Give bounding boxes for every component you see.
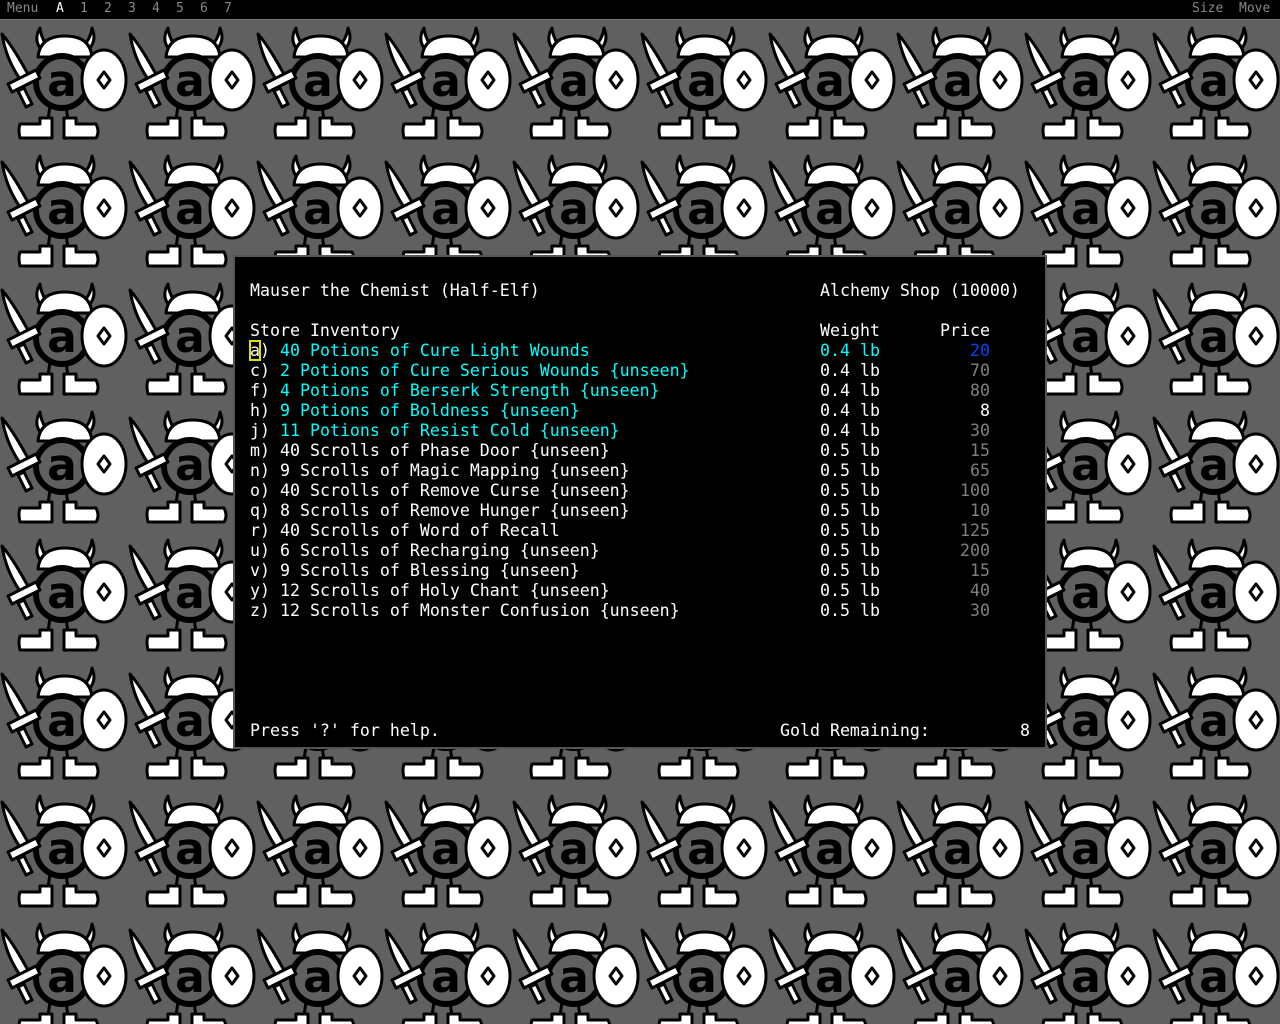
selection-cursor: a [249, 340, 261, 361]
item-key: z) [250, 601, 270, 620]
item-name: 9 Scrolls of Blessing {unseen} [280, 561, 580, 580]
item-name: 9 Potions of Boldness {unseen} [280, 401, 580, 420]
tab-4[interactable]: 4 [152, 1, 160, 16]
tab-5[interactable]: 5 [176, 1, 184, 16]
item-name: 6 Scrolls of Recharging {unseen} [280, 541, 600, 560]
gold-value: 8 [1020, 721, 1030, 740]
size-button[interactable]: Size [1192, 1, 1223, 16]
price-header: Price [940, 321, 990, 340]
item-weight: 0.4 lb [820, 421, 880, 440]
top-menu-bar: Menu A 1 2 3 4 5 6 7 Size Move [0, 0, 1280, 20]
item-weight: 0.5 lb [820, 541, 880, 560]
tab-3[interactable]: 3 [128, 1, 136, 16]
tab-2[interactable]: 2 [104, 1, 112, 16]
item-key: h) [250, 401, 270, 420]
item-price: 40 [970, 581, 990, 600]
item-price: 30 [970, 601, 990, 620]
item-price: 125 [960, 521, 990, 540]
item-key: a) [249, 340, 270, 361]
item-key: j) [250, 421, 270, 440]
move-button[interactable]: Move [1239, 1, 1270, 16]
store-window: Mauser the Chemist (Half-Elf) Alchemy Sh… [233, 255, 1047, 749]
item-price: 30 [970, 421, 990, 440]
item-key: o) [250, 481, 270, 500]
item-weight: 0.5 lb [820, 461, 880, 480]
shopkeeper-name: Mauser the Chemist (Half-Elf) [250, 281, 540, 300]
item-weight: 0.5 lb [820, 561, 880, 580]
item-price: 15 [970, 441, 990, 460]
item-price: 65 [970, 461, 990, 480]
item-price: 200 [960, 541, 990, 560]
help-hint: Press '?' for help. [250, 721, 440, 740]
item-key: m) [250, 441, 270, 460]
item-weight: 0.5 lb [820, 601, 880, 620]
item-key: c) [250, 361, 270, 380]
tab-1[interactable]: 1 [80, 1, 88, 16]
item-weight: 0.5 lb [820, 481, 880, 500]
item-weight: 0.4 lb [820, 341, 880, 360]
item-price: 100 [960, 481, 990, 500]
item-key: r) [250, 521, 270, 540]
item-weight: 0.5 lb [820, 441, 880, 460]
item-price: 80 [970, 381, 990, 400]
item-key: f) [250, 381, 270, 400]
item-name: 2 Potions of Cure Serious Wounds {unseen… [280, 361, 690, 380]
menu-button[interactable]: Menu [7, 1, 38, 16]
inventory-heading: Store Inventory [250, 321, 400, 340]
gold-label: Gold Remaining: [780, 721, 930, 740]
item-name: 4 Potions of Berserk Strength {unseen} [280, 381, 660, 400]
item-price: 70 [970, 361, 990, 380]
item-price: 8 [980, 401, 990, 420]
item-name: 40 Scrolls of Phase Door {unseen} [280, 441, 610, 460]
item-name: 9 Scrolls of Magic Mapping {unseen} [280, 461, 630, 480]
item-key: q) [250, 501, 270, 520]
item-name: 8 Scrolls of Remove Hunger {unseen} [280, 501, 630, 520]
item-weight: 0.4 lb [820, 401, 880, 420]
item-price: 20 [970, 341, 990, 360]
tab-6[interactable]: 6 [200, 1, 208, 16]
item-price: 10 [970, 501, 990, 520]
item-key: u) [250, 541, 270, 560]
item-weight: 0.4 lb [820, 361, 880, 380]
item-name: 40 Scrolls of Remove Curse {unseen} [280, 481, 630, 500]
weight-header: Weight [820, 321, 880, 340]
item-weight: 0.5 lb [820, 521, 880, 540]
item-name: 12 Scrolls of Holy Chant {unseen} [280, 581, 610, 600]
tab-7[interactable]: 7 [224, 1, 232, 16]
item-key: v) [250, 561, 270, 580]
item-key: n) [250, 461, 270, 480]
item-key: y) [250, 581, 270, 600]
item-name: 11 Potions of Resist Cold {unseen} [280, 421, 620, 440]
item-price: 15 [970, 561, 990, 580]
item-name: 40 Potions of Cure Light Wounds [280, 341, 590, 360]
item-weight: 0.5 lb [820, 501, 880, 520]
item-name: 40 Scrolls of Word of Recall [280, 521, 560, 540]
item-weight: 0.5 lb [820, 581, 880, 600]
item-name: 12 Scrolls of Monster Confusion {unseen} [280, 601, 680, 620]
item-weight: 0.4 lb [820, 381, 880, 400]
tab-A[interactable]: A [56, 1, 64, 16]
shop-name: Alchemy Shop (10000) [820, 281, 1020, 300]
